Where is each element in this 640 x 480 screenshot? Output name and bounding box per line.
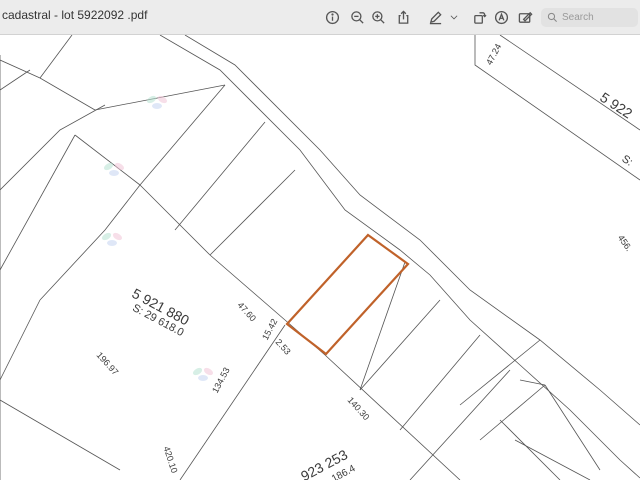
highlighted-lot[interactable] [285, 233, 410, 356]
markup-pen-icon[interactable] [425, 7, 445, 27]
toolbar: cadastral - lot 5922092 .pdf [0, 0, 640, 35]
search-field[interactable] [541, 8, 638, 27]
search-icon [547, 12, 557, 22]
chevron-down-icon[interactable] [447, 7, 461, 27]
form-fill-icon[interactable] [515, 7, 535, 27]
window-title: cadastral - lot 5922092 .pdf [2, 8, 148, 22]
info-icon[interactable] [322, 7, 342, 27]
rotate-icon[interactable] [469, 7, 489, 27]
pdf-page: 5 921 880 S: 29 618.0 923 253 186.4 5 92… [0, 35, 640, 480]
zoom-out-icon[interactable] [347, 7, 367, 27]
lot-boundaries [0, 35, 640, 480]
highlight-icon[interactable] [491, 7, 511, 27]
cadastral-map [0, 35, 640, 480]
search-input[interactable] [562, 12, 632, 23]
watermark-marks [101, 95, 214, 381]
zoom-in-icon[interactable] [368, 7, 388, 27]
share-icon[interactable] [393, 7, 413, 27]
